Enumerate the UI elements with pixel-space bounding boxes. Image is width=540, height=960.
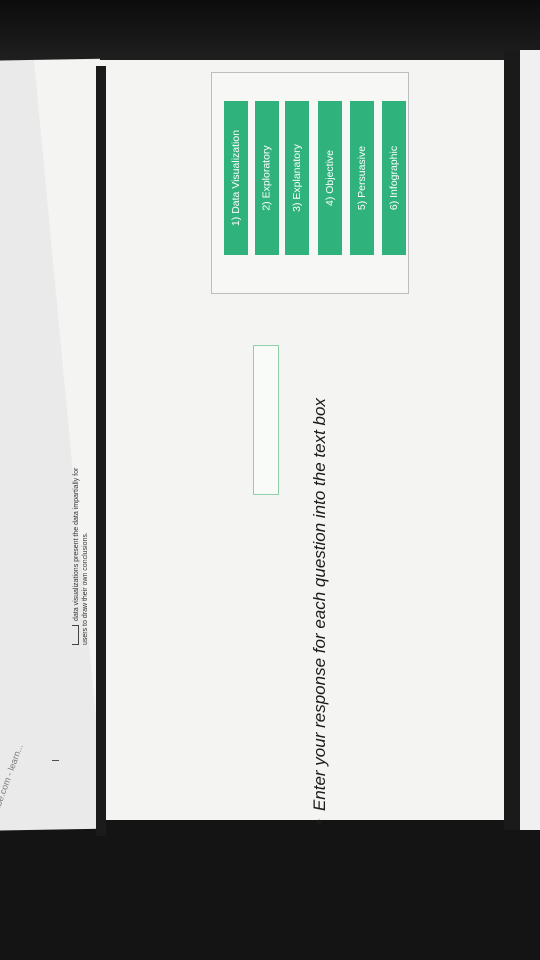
blank-icon [72, 625, 79, 645]
option-data-visualization[interactable]: 1) Data Visualization [224, 101, 248, 255]
answer-text-box[interactable] [253, 345, 279, 495]
question-line-1: data visualizations present the data imp… [73, 467, 80, 621]
option-exploratory[interactable]: 2) Exploratory [255, 101, 279, 255]
question-text: data visualizations present the data imp… [72, 385, 90, 645]
question-line-2: users to draw their own conclusions. [82, 532, 89, 645]
text-cursor-icon: I [50, 759, 62, 762]
bullet-icon: • [310, 819, 329, 825]
option-label: 6) Infographic [388, 145, 400, 211]
question-slide: • Enter your response for each question i… [51, 60, 510, 825]
option-label: 4) Objective [324, 149, 336, 207]
window-divider [96, 66, 106, 836]
monitor-bezel [0, 0, 540, 60]
option-label: 1) Data Visualization [230, 129, 242, 227]
option-label: 2) Exploratory [261, 145, 274, 211]
option-objective[interactable]: 4) Objective [318, 101, 342, 255]
option-label: 5) Persuasive [356, 145, 369, 211]
option-explanatory[interactable]: 3) Explanatory [285, 101, 309, 255]
instruction-text: Enter your response for each question in… [310, 398, 329, 812]
instruction-heading: • Enter your response for each question i… [310, 305, 330, 825]
option-infographic[interactable]: 6) Infographic [382, 101, 406, 255]
option-persuasive[interactable]: 5) Persuasive [350, 101, 374, 255]
right-window-edge [520, 50, 540, 830]
option-label: 3) Explanatory [291, 144, 304, 212]
answer-options-panel: 1) Data Visualization 2) Exploratory 3) … [211, 72, 409, 294]
